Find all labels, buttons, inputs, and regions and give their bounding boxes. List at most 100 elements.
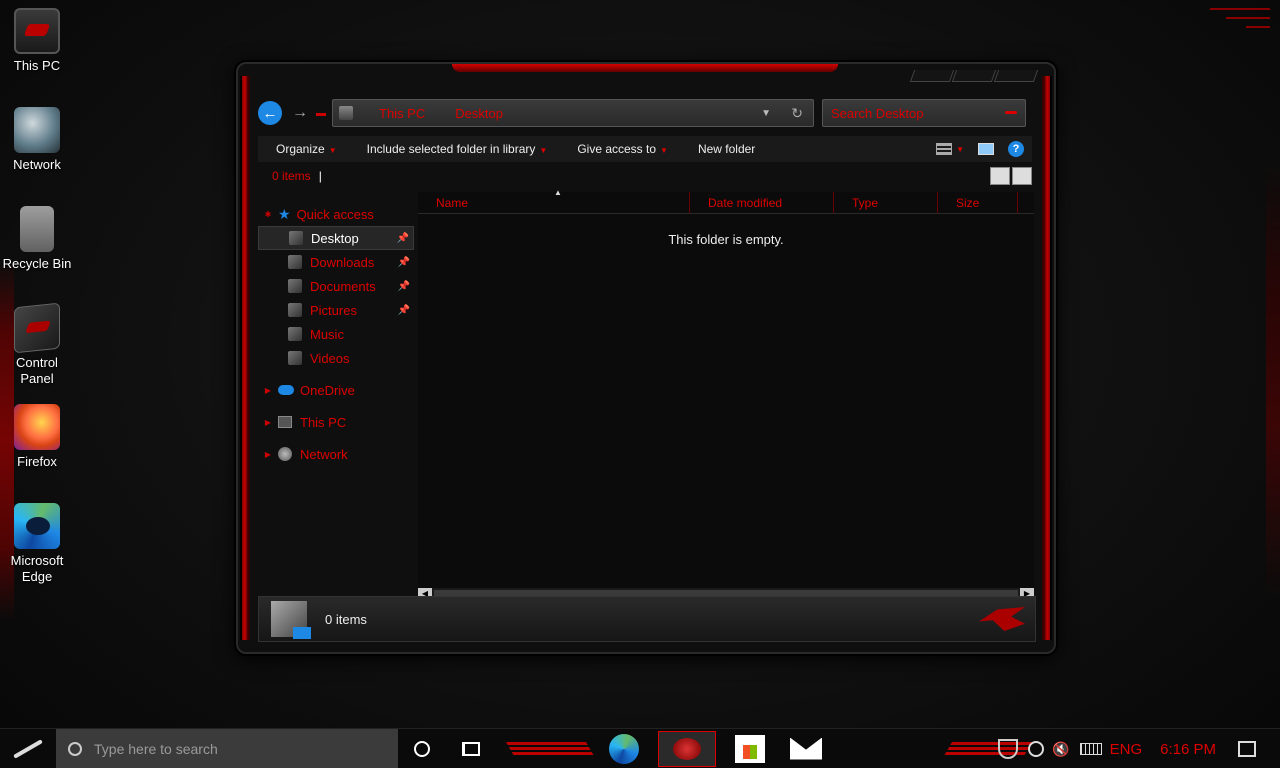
right-red-glow: [1266, 160, 1280, 600]
taskbar: Type here to search 🔇 ENG 6:16 PM: [0, 728, 1280, 768]
store-icon: [735, 734, 765, 763]
file-explorer-icon: [673, 737, 701, 760]
nav-item-downloads[interactable]: Downloads 📌: [258, 250, 414, 274]
nav-item-pictures[interactable]: Pictures 📌: [258, 298, 414, 322]
downloads-folder-icon: [288, 255, 302, 269]
desktop-icon-firefox[interactable]: Firefox: [0, 404, 74, 470]
nav-item-videos[interactable]: Videos: [258, 346, 414, 370]
pin-icon[interactable]: 📌: [398, 281, 410, 292]
desktop-icon-label: This PC: [13, 58, 61, 73]
nav-network[interactable]: ▶ Network: [258, 442, 414, 466]
desktop-icon-control-panel[interactable]: Control Panel: [0, 302, 74, 387]
input-language[interactable]: ENG: [1110, 741, 1143, 758]
search-input[interactable]: Search Desktop: [822, 99, 1026, 127]
system-tray: 🔇 ENG 6:16 PM: [998, 729, 1280, 768]
refresh-icon[interactable]: ↻: [791, 105, 803, 122]
pictures-folder-icon: [288, 303, 302, 317]
desktop-icon-label: Network: [13, 157, 61, 172]
chevron-down-icon[interactable]: ▼: [761, 108, 771, 119]
desktop-icon-this-pc[interactable]: This PC: [0, 8, 74, 74]
corner-decoration: [1210, 8, 1270, 38]
nav-label: Documents: [310, 278, 376, 294]
organize-button[interactable]: Organize ▼: [276, 142, 337, 156]
recent-locations-button[interactable]: ▬: [316, 108, 326, 119]
nav-label: Quick access: [296, 206, 374, 222]
taskbar-decoration: [505, 741, 595, 756]
large-icons-view-button[interactable]: [1012, 167, 1032, 185]
taskbar-edge[interactable]: [602, 731, 646, 767]
desktop-icon-network[interactable]: Network: [0, 107, 74, 173]
change-view-icon[interactable]: [936, 143, 953, 155]
status-line: 0 items |: [258, 164, 1032, 188]
desktop-icon-label: Firefox: [17, 454, 57, 469]
back-button[interactable]: ←: [258, 101, 282, 125]
nav-item-desktop[interactable]: Desktop 📌: [258, 226, 414, 250]
search-icon[interactable]: [1005, 111, 1017, 114]
rog-shield-icon[interactable]: [998, 739, 1019, 759]
chevron-right-icon[interactable]: ▶: [258, 450, 278, 459]
breadcrumb-desktop[interactable]: Desktop: [455, 106, 503, 121]
taskbar-file-explorer[interactable]: [658, 730, 716, 767]
nav-item-music[interactable]: Music: [258, 322, 414, 346]
forward-button[interactable]: →: [292, 104, 310, 122]
organize-label: Organize: [276, 142, 325, 156]
column-type[interactable]: Type: [834, 192, 938, 213]
speaker-muted-icon[interactable]: 🔇: [1052, 741, 1069, 758]
taskbar-mail[interactable]: [784, 731, 828, 767]
pin-icon[interactable]: 📌: [397, 233, 409, 244]
navigation-bar: ← → ▬ This PC Desktop ▼ ↻ Search Desktop: [258, 98, 1036, 128]
empty-folder-message: This folder is empty.: [668, 232, 784, 247]
notification-center-icon[interactable]: [1238, 741, 1256, 757]
taskbar-clock[interactable]: 6:16 PM: [1160, 741, 1216, 758]
text-caret: |: [318, 169, 322, 183]
videos-folder-icon: [288, 351, 302, 365]
give-access-button[interactable]: Give access to ▼: [577, 142, 668, 156]
window-frame-left: [240, 76, 250, 640]
details-view-button[interactable]: [990, 167, 1010, 185]
arrow-left-icon: ←: [262, 104, 278, 122]
column-headers: ▲ Name Date modified Type Size: [418, 188, 1034, 214]
preview-pane-icon[interactable]: [978, 143, 994, 155]
new-folder-button[interactable]: New folder: [698, 142, 755, 156]
address-bar[interactable]: This PC Desktop ▼ ↻: [332, 99, 814, 127]
touch-keyboard-icon[interactable]: [1079, 743, 1102, 755]
taskbar-store[interactable]: [728, 731, 772, 767]
chevron-right-icon[interactable]: ▶: [258, 418, 278, 427]
column-date-modified[interactable]: Date modified: [690, 192, 834, 213]
column-label: Date modified: [708, 195, 783, 210]
firefox-icon: [14, 404, 60, 450]
desktop-icon-label: Recycle Bin: [2, 256, 72, 271]
desktop-icon-label: Microsoft Edge: [10, 553, 64, 584]
pin-icon[interactable]: 📌: [398, 305, 410, 316]
chevron-right-icon[interactable]: ▶: [258, 386, 278, 395]
network-globe-icon: [14, 107, 60, 153]
cortana-icon[interactable]: [414, 740, 430, 757]
column-label: Size: [956, 195, 980, 210]
pin-icon[interactable]: 📌: [398, 257, 410, 268]
nav-onedrive[interactable]: ▶ OneDrive: [258, 378, 414, 402]
desktop-icon-recycle-bin[interactable]: Recycle Bin: [0, 206, 74, 272]
column-label: Name: [436, 195, 469, 210]
chevron-down-icon: ▼: [328, 146, 337, 155]
expand-icon[interactable]: ✱: [258, 210, 278, 219]
taskbar-search-box[interactable]: Type here to search: [56, 728, 398, 768]
task-view-icon[interactable]: [462, 741, 480, 756]
minimize-button[interactable]: [909, 70, 955, 82]
nav-item-documents[interactable]: Documents 📌: [258, 274, 414, 298]
column-size[interactable]: Size: [938, 192, 1018, 213]
start-button[interactable]: [0, 729, 56, 768]
window-controls: [909, 70, 1039, 82]
nav-label: Downloads: [310, 254, 375, 270]
chevron-down-icon[interactable]: ▼: [956, 145, 964, 154]
nav-quick-access[interactable]: ✱ ★ Quick access: [258, 202, 414, 226]
nav-this-pc[interactable]: ▶ This PC: [258, 410, 414, 434]
network-globe-icon[interactable]: [1028, 741, 1045, 757]
folder-thumbnail-icon: [271, 601, 311, 639]
desktop-icon-edge[interactable]: Microsoft Edge: [0, 503, 74, 585]
include-in-library-button[interactable]: Include selected folder in library ▼: [367, 142, 548, 156]
maximize-button[interactable]: [951, 70, 997, 82]
breadcrumb-this-pc[interactable]: This PC: [379, 106, 425, 121]
column-label: Type: [852, 195, 879, 210]
help-icon[interactable]: ?: [1008, 141, 1024, 157]
close-button[interactable]: [993, 70, 1039, 82]
